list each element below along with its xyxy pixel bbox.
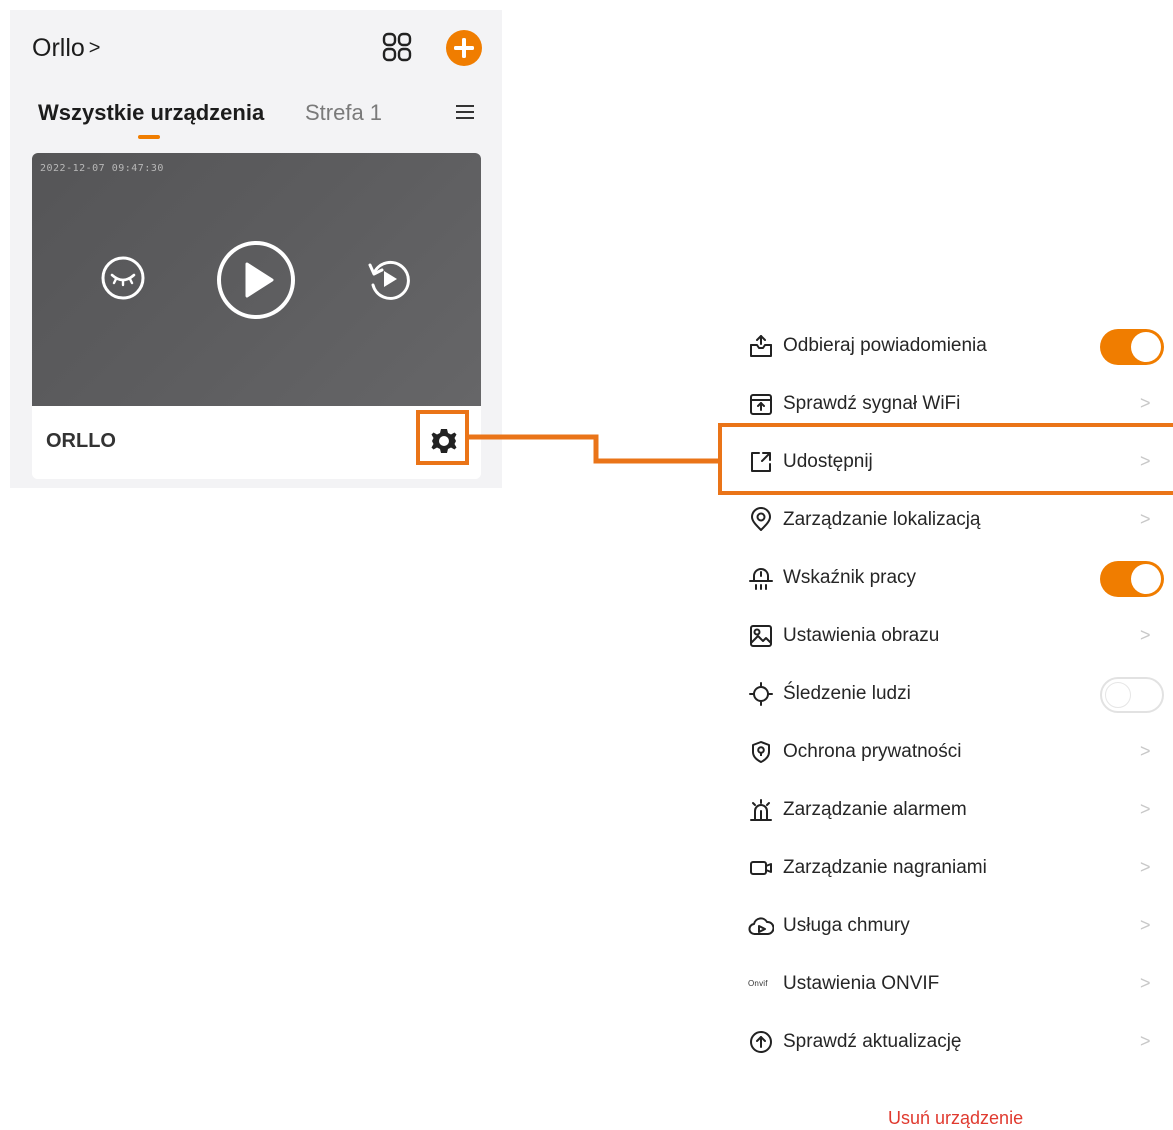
notifications-toggle[interactable] (1100, 329, 1164, 365)
home-title-button[interactable]: Orllo > (32, 34, 100, 63)
location-pin-icon (748, 507, 774, 533)
chevron-right-icon: > (1140, 625, 1151, 645)
hamburger-menu-icon[interactable] (454, 102, 476, 122)
play-button[interactable] (215, 239, 297, 321)
settings-item-label: Zarządzanie lokalizacją (783, 509, 981, 530)
device-name: ORLLO (46, 430, 116, 452)
settings-item-wifi-check[interactable]: Sprawdź sygnał WiFi > (748, 375, 1173, 433)
settings-item-share[interactable]: Udostępnij > (748, 433, 1173, 491)
settings-item-label: Sprawdź aktualizację (783, 1031, 962, 1052)
onvif-icon: Onvif (748, 971, 774, 997)
settings-item-label: Śledzenie ludzi (783, 683, 911, 704)
settings-item-label: Wskaźnik pracy (783, 567, 917, 588)
settings-item-alarm[interactable]: Zarządzanie alarmem > (748, 781, 1173, 839)
chevron-right-icon: > (1140, 451, 1151, 471)
privacy-eye-icon[interactable] (100, 255, 146, 301)
preview-timestamp: 2022-12-07 09:47:30 (40, 163, 164, 174)
settings-item-update[interactable]: Sprawdź aktualizację > (748, 1013, 1173, 1071)
cloud-icon (748, 913, 775, 939)
tab-zone-1[interactable]: Strefa 1 (305, 100, 382, 126)
toggle-knob (1105, 682, 1131, 708)
active-tab-indicator (138, 135, 160, 139)
home-title: Orllo (32, 34, 85, 62)
image-icon (748, 623, 774, 649)
settings-item-privacy[interactable]: Ochrona prywatności > (748, 723, 1173, 781)
chevron-right-icon: > (1140, 915, 1151, 935)
plus-circle-icon (454, 38, 474, 58)
chevron-right-icon: > (1140, 799, 1151, 819)
chevron-right-icon: > (88, 37, 101, 59)
settings-item-label: Sprawdź sygnał WiFi (783, 393, 961, 414)
crosshair-icon (748, 681, 774, 707)
chevron-right-icon: > (1140, 741, 1151, 761)
settings-item-image-settings[interactable]: Ustawienia obrazu > (748, 607, 1173, 665)
chevron-right-icon: > (1140, 509, 1151, 529)
remove-device-button[interactable]: Usuń urządzenie (888, 1108, 1023, 1129)
settings-item-label: Zarządzanie alarmem (783, 799, 967, 820)
privacy-shield-icon (748, 739, 774, 765)
settings-item-label: Ustawienia ONVIF (783, 973, 940, 994)
toggle-knob (1131, 332, 1161, 362)
settings-item-label: Usługa chmury (783, 915, 910, 936)
gear-highlight-box (416, 410, 469, 465)
indicator-light-icon (748, 565, 774, 591)
settings-item-recordings[interactable]: Zarządzanie nagraniami > (748, 839, 1173, 897)
grid-icon[interactable] (382, 32, 412, 62)
alarm-siren-icon (748, 797, 774, 823)
chevron-right-icon: > (1140, 393, 1151, 413)
onvif-icon-text: Onvif (748, 979, 768, 988)
toggle-knob (1131, 564, 1161, 594)
settings-item-label: Zarządzanie nagraniami (783, 857, 987, 878)
chevron-right-icon: > (1140, 973, 1151, 993)
update-arrow-icon (748, 1029, 774, 1055)
chevron-right-icon: > (1140, 1031, 1151, 1051)
device-card: 2022-12-07 09:47:30 ORLLO (32, 153, 481, 479)
notification-tray-icon (748, 333, 774, 359)
settings-item-label: Ochrona prywatności (783, 741, 962, 762)
settings-item-notifications[interactable]: Odbieraj powiadomienia (748, 317, 1173, 375)
settings-item-label: Ustawienia obrazu (783, 625, 940, 646)
person-tracking-toggle[interactable] (1100, 677, 1164, 713)
tab-all-devices[interactable]: Wszystkie urządzenia (38, 100, 264, 126)
video-camera-icon (748, 855, 774, 881)
settings-item-cloud[interactable]: Usługa chmury > (748, 897, 1173, 955)
work-indicator-toggle[interactable] (1100, 561, 1164, 597)
device-card-footer: ORLLO (32, 406, 481, 479)
settings-item-person-tracking[interactable]: Śledzenie ludzi (748, 665, 1173, 723)
play-icon (217, 241, 295, 319)
camera-preview[interactable]: 2022-12-07 09:47:30 (32, 153, 481, 406)
add-device-button[interactable] (446, 30, 482, 66)
settings-item-location[interactable]: Zarządzanie lokalizacją > (748, 491, 1173, 549)
settings-item-label: Udostępnij (783, 451, 873, 472)
wifi-check-icon (748, 391, 774, 417)
share-icon (748, 449, 774, 475)
settings-item-work-indicator[interactable]: Wskaźnik pracy (748, 549, 1173, 607)
settings-item-label: Odbieraj powiadomienia (783, 335, 987, 356)
chevron-right-icon: > (1140, 857, 1151, 877)
replay-icon[interactable] (364, 255, 412, 303)
settings-item-onvif[interactable]: Onvif Ustawienia ONVIF > (748, 955, 1173, 1013)
